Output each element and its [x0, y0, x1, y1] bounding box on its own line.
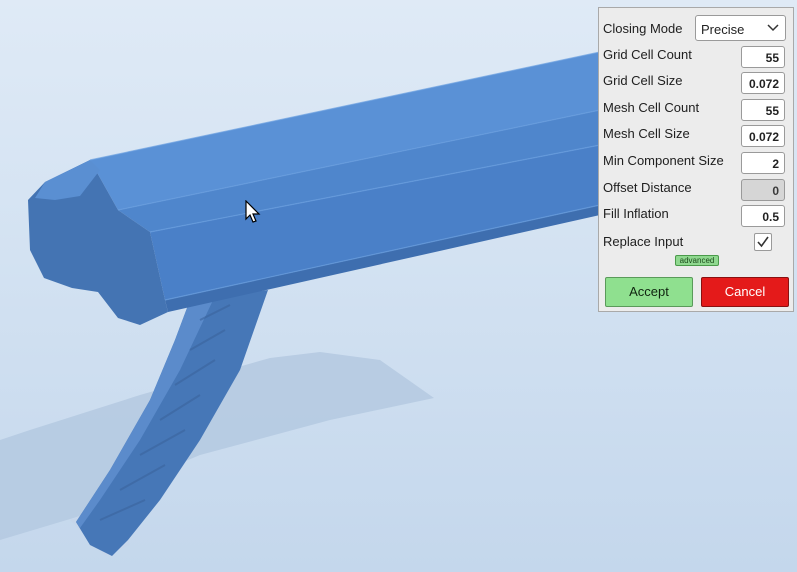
grid-cell-size-input[interactable]: 0.072 [741, 72, 785, 94]
closing-mode-value: Precise [701, 22, 745, 37]
closing-mode-row: Closing Mode Precise [599, 8, 793, 41]
mouse-cursor-icon [245, 200, 261, 223]
grid-cell-count-input[interactable]: 55 [741, 46, 785, 68]
mesh-cell-count-row: Mesh Cell Count 55 [599, 99, 793, 123]
min-component-size-label: Min Component Size [603, 153, 724, 168]
chevron-down-icon [767, 24, 779, 32]
closing-mode-label: Closing Mode [603, 21, 683, 36]
grid-cell-size-label: Grid Cell Size [603, 73, 683, 88]
cancel-button[interactable]: Cancel [701, 277, 789, 307]
closing-parameters-panel: Closing Mode Precise Grid Cell Count 55 … [598, 7, 794, 312]
min-component-size-row: Min Component Size 2 [599, 152, 793, 176]
mesh-cell-size-label: Mesh Cell Size [603, 126, 690, 141]
replace-input-label: Replace Input [603, 234, 684, 249]
min-component-size-input[interactable]: 2 [741, 152, 785, 174]
accept-button[interactable]: Accept [605, 277, 693, 307]
replace-input-row: Replace Input [599, 233, 793, 257]
grid-cell-size-row: Grid Cell Size 0.072 [599, 72, 793, 96]
closing-mode-select[interactable]: Precise [695, 15, 786, 41]
replace-input-checkbox[interactable] [754, 233, 772, 251]
fill-inflation-row: Fill Inflation 0.5 [599, 205, 793, 229]
advanced-toggle[interactable]: advanced [675, 255, 719, 266]
mesh-cell-size-row: Mesh Cell Size 0.072 [599, 125, 793, 149]
offset-distance-row: Offset Distance 0 [599, 179, 793, 203]
offset-distance-label: Offset Distance [603, 180, 692, 195]
offset-distance-input: 0 [741, 179, 785, 201]
fill-inflation-label: Fill Inflation [603, 206, 669, 221]
grid-cell-count-label: Grid Cell Count [603, 47, 692, 62]
mesh-cell-size-input[interactable]: 0.072 [741, 125, 785, 147]
fill-inflation-input[interactable]: 0.5 [741, 205, 785, 227]
checkmark-icon [757, 236, 769, 248]
grid-cell-count-row: Grid Cell Count 55 [599, 46, 793, 70]
mesh-cell-count-label: Mesh Cell Count [603, 100, 700, 115]
mesh-cell-count-input[interactable]: 55 [741, 99, 785, 121]
